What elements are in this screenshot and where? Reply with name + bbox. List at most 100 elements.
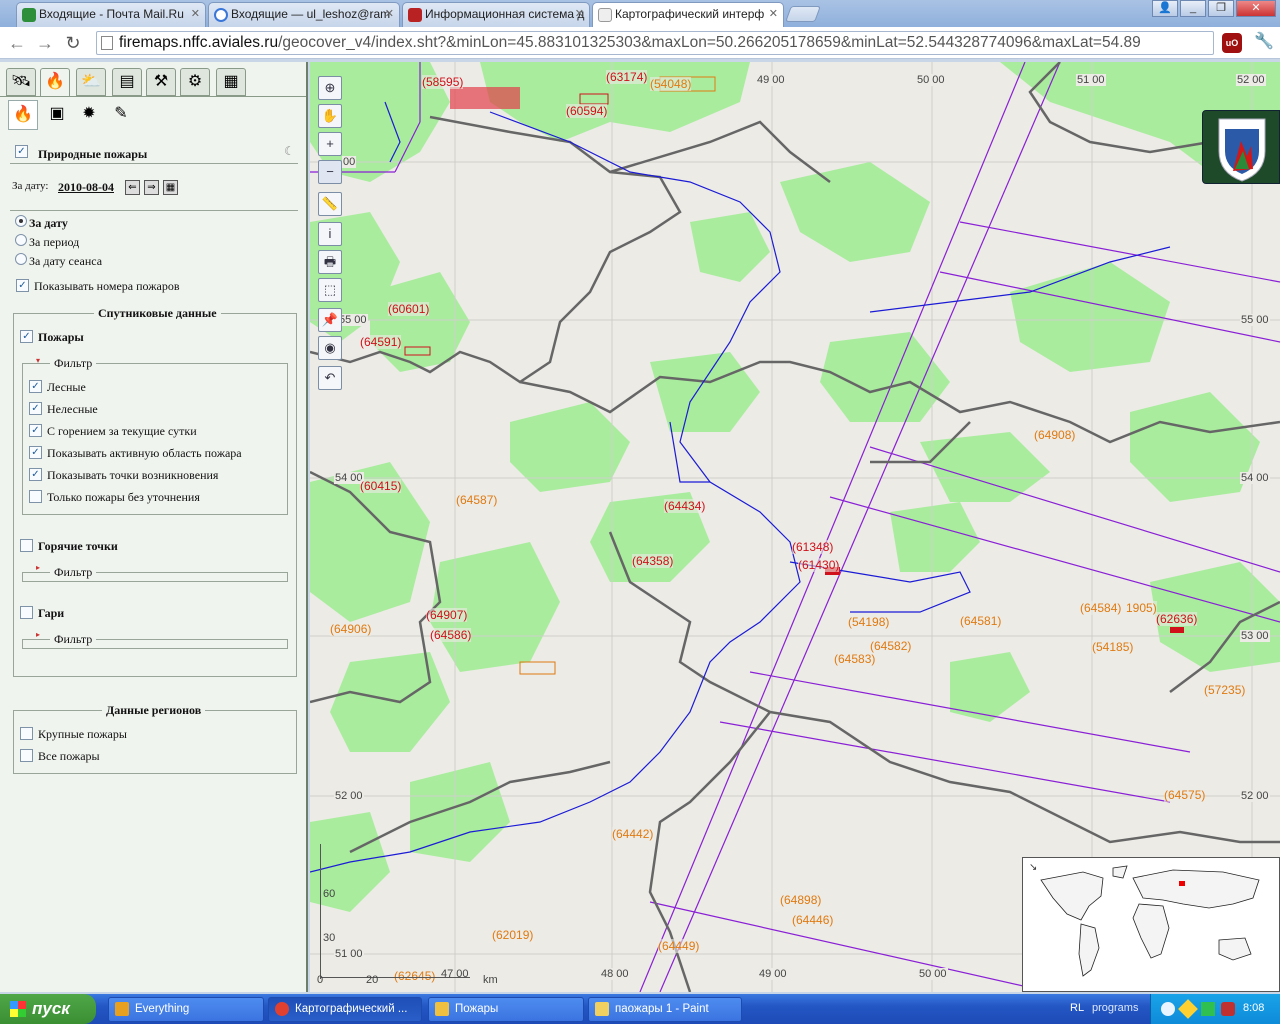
table-icon[interactable]: ▦ <box>216 68 246 96</box>
hotspots-checkbox[interactable] <box>20 539 33 552</box>
language-indicator[interactable]: RL <box>1070 1002 1084 1014</box>
new-tab-button[interactable] <box>785 6 821 22</box>
fire-label[interactable]: (54185) <box>1092 640 1134 654</box>
fire-label[interactable]: (64898) <box>780 893 822 907</box>
back-button[interactable]: ← <box>6 32 28 54</box>
fire-label[interactable]: (64582) <box>870 639 912 653</box>
fires-checkbox[interactable]: ✓ <box>20 330 33 343</box>
fire-label[interactable]: (64583) <box>834 652 876 666</box>
fire-label[interactable]: (54198) <box>848 615 890 629</box>
fire-label[interactable]: (64442) <box>612 827 654 841</box>
tab-rambler-mail[interactable]: Входящие — ul_leshoz@ram ✕ <box>208 2 400 27</box>
calendar-icon[interactable]: ▦ <box>163 180 178 195</box>
wrench-menu-icon[interactable]: 🔧 <box>1254 31 1274 53</box>
all-fires-checkbox[interactable] <box>20 749 33 762</box>
fire-label[interactable]: (64575) <box>1164 788 1206 802</box>
forward-button[interactable]: → <box>34 32 56 54</box>
date-value[interactable]: 2010-08-04 <box>58 180 114 195</box>
fire-label[interactable]: (64446) <box>792 913 834 927</box>
address-bar[interactable]: firemaps.nffc.aviales.ru/geocover_v4/ind… <box>96 31 1214 55</box>
filter-active-area-checkbox[interactable]: ✓ <box>29 446 42 459</box>
info-icon[interactable]: ☾ <box>284 144 295 158</box>
fire-label[interactable]: (64587) <box>456 493 498 507</box>
pan-hand-icon[interactable]: ✋ <box>318 104 342 128</box>
radio-by-session[interactable] <box>15 253 27 265</box>
layers-icon[interactable]: ▤ <box>112 68 142 96</box>
globe-icon[interactable]: ◉ <box>318 336 342 360</box>
select-area-icon[interactable]: ⬚ <box>318 278 342 302</box>
ruler-icon[interactable]: 📏 <box>318 192 342 216</box>
fire-label[interactable]: (60415) <box>360 479 402 493</box>
fire-label[interactable]: (64358) <box>632 554 674 568</box>
natural-fires-checkbox[interactable]: ✓ <box>15 145 28 158</box>
gear-icon[interactable]: ⚙ <box>180 68 210 96</box>
fire-label[interactable]: (58595) <box>422 75 464 89</box>
tab-info-system[interactable]: Информационная система д ✕ <box>402 2 590 27</box>
show-numbers-checkbox[interactable]: ✓ <box>16 279 29 292</box>
zoom-out-icon[interactable]: − <box>318 160 342 184</box>
satellite-icon[interactable]: 🛰 <box>6 68 36 96</box>
tools-icon[interactable]: ⚒ <box>146 68 176 96</box>
pin-icon[interactable]: 📌 <box>318 308 342 332</box>
fire-label[interactable]: (64908) <box>1034 428 1076 442</box>
prev-date-button[interactable]: ⇐ <box>125 180 140 195</box>
filter-unverified-checkbox[interactable] <box>29 490 42 503</box>
filter-burning-today-checkbox[interactable]: ✓ <box>29 424 42 437</box>
radio-by-date[interactable] <box>15 215 27 227</box>
clock[interactable]: 8:08 <box>1243 1002 1264 1014</box>
fire-label[interactable]: (61430) <box>798 558 840 572</box>
reload-button[interactable]: ↻ <box>62 32 84 54</box>
fire-label[interactable]: (57235) <box>1204 683 1246 697</box>
fire-label[interactable]: (64586) <box>430 628 472 642</box>
tray-network-icon[interactable] <box>1201 1002 1215 1016</box>
fire-label[interactable]: (64906) <box>330 622 372 636</box>
fire-label[interactable]: (64581) <box>960 614 1002 628</box>
fire-label[interactable]: (60601) <box>388 302 430 316</box>
start-button[interactable]: пуск <box>0 994 96 1024</box>
filter-legend[interactable]: Фильтр <box>50 356 97 371</box>
next-date-button[interactable]: ⇒ <box>144 180 159 195</box>
fire-label[interactable]: (64907) <box>426 608 468 622</box>
database-icon[interactable]: ▣ <box>42 100 72 130</box>
print-icon[interactable]: 🖶 <box>318 250 342 274</box>
task-everything[interactable]: Everything <box>108 997 264 1022</box>
hotspots-filter-legend[interactable]: Фильтр <box>50 565 97 580</box>
filter-forest-checkbox[interactable]: ✓ <box>29 380 42 393</box>
tab-mail[interactable]: Входящие - Почта Mail.Ru ✕ <box>16 2 206 27</box>
burns-filter-legend[interactable]: Фильтр <box>50 632 97 647</box>
tray-app-icon[interactable] <box>1178 999 1198 1019</box>
zoom-extent-button[interactable]: ⊕ <box>318 76 342 100</box>
task-chrome[interactable]: Картографический ... <box>268 997 422 1022</box>
fire-label[interactable]: (64591) <box>360 335 402 349</box>
close-icon[interactable]: ✕ <box>385 3 394 26</box>
fire-label[interactable]: (63174) <box>606 70 648 84</box>
fire-label[interactable]: 1905) <box>1126 601 1157 615</box>
info-icon[interactable]: i <box>318 222 342 246</box>
pencil-icon[interactable]: ✎ <box>106 100 136 130</box>
fire-label[interactable]: (54048) <box>650 77 692 91</box>
filter-origin-points-checkbox[interactable]: ✓ <box>29 468 42 481</box>
tray-antivirus-icon[interactable] <box>1221 1002 1235 1016</box>
zoom-in-icon[interactable]: + <box>318 132 342 156</box>
fire-label[interactable]: (64584) <box>1080 601 1122 615</box>
restore-button[interactable]: ❐ <box>1208 0 1234 17</box>
minimize-button[interactable]: _ <box>1180 0 1206 17</box>
ublock-icon[interactable]: uO <box>1222 33 1242 53</box>
close-window-button[interactable]: ✕ <box>1236 0 1276 17</box>
burns-checkbox[interactable] <box>20 606 33 619</box>
overview-minimap[interactable]: ↘ <box>1022 857 1280 992</box>
radio-by-period[interactable] <box>15 234 27 246</box>
fire-label[interactable]: (64434) <box>664 499 706 513</box>
tab-map-interface[interactable]: Картографический интерф ✕ <box>592 2 784 28</box>
fire-icon[interactable]: 🔥 <box>40 68 70 96</box>
burn-icon[interactable]: ✹ <box>74 100 104 130</box>
close-icon[interactable]: ✕ <box>769 3 778 26</box>
close-icon[interactable]: ✕ <box>575 3 584 26</box>
fire-label[interactable]: (62645) <box>394 969 436 983</box>
weather-icon[interactable]: ⛅ <box>76 68 106 96</box>
fire-label[interactable]: (60594) <box>566 104 608 118</box>
user-icon[interactable]: 👤 <box>1152 0 1178 17</box>
close-icon[interactable]: ✕ <box>191 3 200 26</box>
tray-arrow-icon[interactable] <box>1161 1002 1175 1016</box>
fire-label[interactable]: (61348) <box>792 540 834 554</box>
